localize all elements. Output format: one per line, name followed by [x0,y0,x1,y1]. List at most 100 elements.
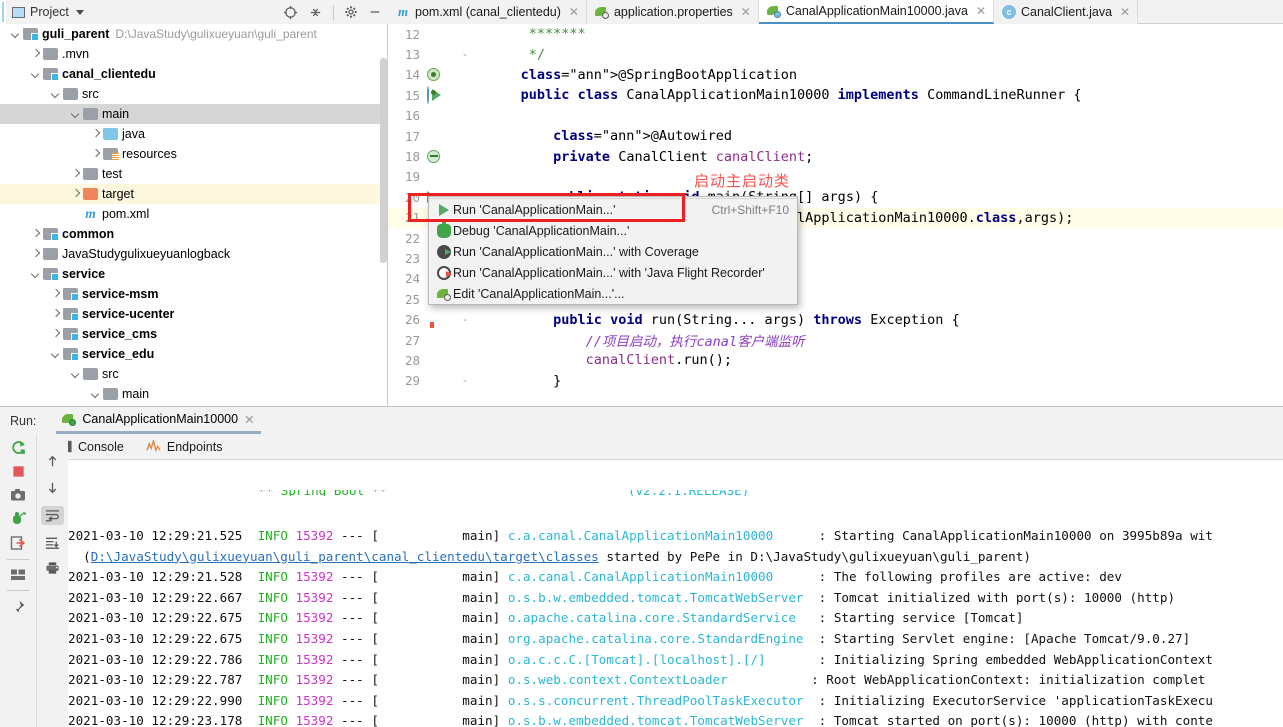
tree-node-service-msm[interactable]: service-msm [0,284,387,304]
spring-impl-icon[interactable] [427,150,440,164]
tree-node--mvn[interactable]: .mvn [0,44,387,64]
chevron-down-icon[interactable] [50,89,61,100]
settings-gear-icon[interactable] [344,5,358,19]
project-tree-scrollbar[interactable] [380,58,387,263]
tree-node-canal-clientedu[interactable]: canal_clientedu [0,64,387,84]
code-line[interactable]: 12 ******* [388,24,1283,44]
project-title-button[interactable]: Project [12,5,84,19]
chevron-right-icon[interactable] [50,309,61,320]
menu-item-run[interactable]: Run 'CanalApplicationMain...' Ctrl+Shift… [429,199,797,220]
tree-node-service-edu[interactable]: service_edu [0,344,387,364]
run-config-tab[interactable]: CanalApplicationMain10000 ✕ [56,407,261,434]
tree-node-java[interactable]: java [0,124,387,144]
line-number: 23 [404,250,420,266]
chevron-down-icon[interactable] [50,349,61,360]
menu-item-edit-configuration[interactable]: Edit 'CanalApplicationMain...'... [429,283,797,304]
scroll-up-icon[interactable] [45,454,60,469]
code-line[interactable]: 15 public class CanalApplicationMain1000… [388,85,1283,105]
chevron-down-icon[interactable] [30,269,41,280]
console-output[interactable]: ** Spring Boot ** (v2.2.1.RELEASE) 2021-… [68,460,1283,727]
tree-node-main[interactable]: main [0,384,387,404]
chevron-right-icon[interactable] [50,329,61,340]
chevron-down-icon[interactable] [90,389,101,400]
console-path-link[interactable]: D:\JavaStudy\gulixueyuan\guli_parent\can… [91,549,599,564]
code-line[interactable]: 28 canalClient.run(); [388,350,1283,370]
tree-node-service-ucenter[interactable]: service-ucenter [0,304,387,324]
menu-item-run-with-coverage[interactable]: Run 'CanalApplicationMain...' with Cover… [429,241,797,262]
editor-tab-application-properties[interactable]: application.properties ✕ [586,0,759,24]
screenshot-camera-icon[interactable] [10,487,26,503]
tool-window-stripe [0,0,6,24]
editor-tab-pom-xml[interactable]: m pom.xml (canal_clientedu) ✕ [388,0,587,24]
chevron-right-icon[interactable] [90,129,101,140]
pin-icon[interactable] [10,599,26,615]
chevron-down-icon[interactable] [30,69,41,80]
scroll-down-icon[interactable] [45,480,60,495]
tree-node-guli-parent[interactable]: guli_parent D:\JavaStudy\gulixueyuan\guli… [0,24,387,44]
console-segment: --- [ [333,589,379,605]
print-icon[interactable] [45,561,60,575]
project-tree[interactable]: guli_parent D:\JavaStudy\gulixueyuan\guli… [0,24,388,406]
chevron-right-icon[interactable] [90,149,101,160]
code-line[interactable]: 17 class="ann">@Autowired [388,126,1283,146]
tree-node-pom-xml[interactable]: m pom.xml [0,204,387,224]
editor-tab-canal-client[interactable]: c CanalClient.java ✕ [994,0,1139,24]
code-line[interactable]: 14 class="ann">@SpringBootApplication [388,65,1283,85]
tree-node-src[interactable]: src [0,364,387,384]
tree-node-resources[interactable]: resources [0,144,387,164]
close-icon[interactable]: ✕ [976,4,986,18]
code-line[interactable]: 13 - */ [388,44,1283,64]
collapse-all-icon[interactable] [308,5,323,20]
spring-run-icon[interactable] [427,86,441,105]
tree-node-service[interactable]: service [0,264,387,284]
spring-boot-class-icon [766,4,781,18]
close-icon[interactable]: ✕ [1120,5,1130,19]
code-line[interactable]: 19 [388,167,1283,187]
tab-endpoints[interactable]: Endpoints [146,440,222,454]
chevron-down-icon[interactable] [70,109,81,120]
debug-green-icon[interactable] [10,511,26,527]
tree-node-common[interactable]: common [0,224,387,244]
chevron-down-icon[interactable] [75,9,84,15]
tree-node-service-cms[interactable]: service_cms [0,324,387,344]
fold-marker[interactable]: - [458,48,472,61]
code-line[interactable]: 18 private CanalClient canalClient; [388,146,1283,166]
tree-node-target[interactable]: target [0,184,387,204]
spring-bean-icon[interactable] [427,68,440,82]
chevron-right-icon[interactable] [70,189,81,200]
tree-node-src[interactable]: src [0,84,387,104]
minimize-icon[interactable] [368,5,382,19]
chevron-right-icon[interactable] [70,169,81,180]
chevron-right-icon[interactable] [30,229,41,240]
chevron-right-icon[interactable] [30,249,41,260]
code-line[interactable]: 27 //项目启动，执行canal客户端监听 [388,330,1283,351]
tree-node-javastudygulixueyuanlogback[interactable]: JavaStudygulixueyuanlogback [0,244,387,264]
chevron-down-icon[interactable] [10,29,21,40]
fold-marker[interactable]: - [458,374,472,387]
layout-icon[interactable] [10,568,26,582]
run-context-menu[interactable]: Run 'CanalApplicationMain...' Ctrl+Shift… [428,196,798,305]
scroll-to-end-icon[interactable] [45,536,60,550]
tree-node-label: main [102,107,130,121]
code-line[interactable]: 16 [388,106,1283,126]
soft-wrap-icon[interactable] [41,506,64,525]
code-line[interactable]: 29 - } [388,371,1283,391]
chevron-right-icon[interactable] [50,289,61,300]
run-icon [435,203,453,216]
close-icon[interactable]: ✕ [569,5,579,19]
stop-icon[interactable] [11,464,26,479]
close-icon[interactable]: ✕ [244,412,254,427]
editor-tab-canal-application-main[interactable]: CanalApplicationMain10000.java ✕ [758,0,994,24]
chevron-down-icon[interactable] [70,369,81,380]
chevron-right-icon[interactable] [30,49,41,60]
close-icon[interactable]: ✕ [741,5,751,19]
code-line[interactable]: 26 - public void run(String... args) thro… [388,309,1283,329]
fold-marker[interactable]: - [458,313,472,326]
rerun-icon[interactable] [10,439,27,456]
locate-icon[interactable] [283,5,298,20]
exit-arrow-icon[interactable] [10,535,26,551]
menu-item-run-with-jfr[interactable]: Run 'CanalApplicationMain...' with 'Java… [429,262,797,283]
tree-node-test[interactable]: test [0,164,387,184]
menu-item-debug[interactable]: Debug 'CanalApplicationMain...' [429,220,797,241]
tree-node-main[interactable]: main [0,104,387,124]
